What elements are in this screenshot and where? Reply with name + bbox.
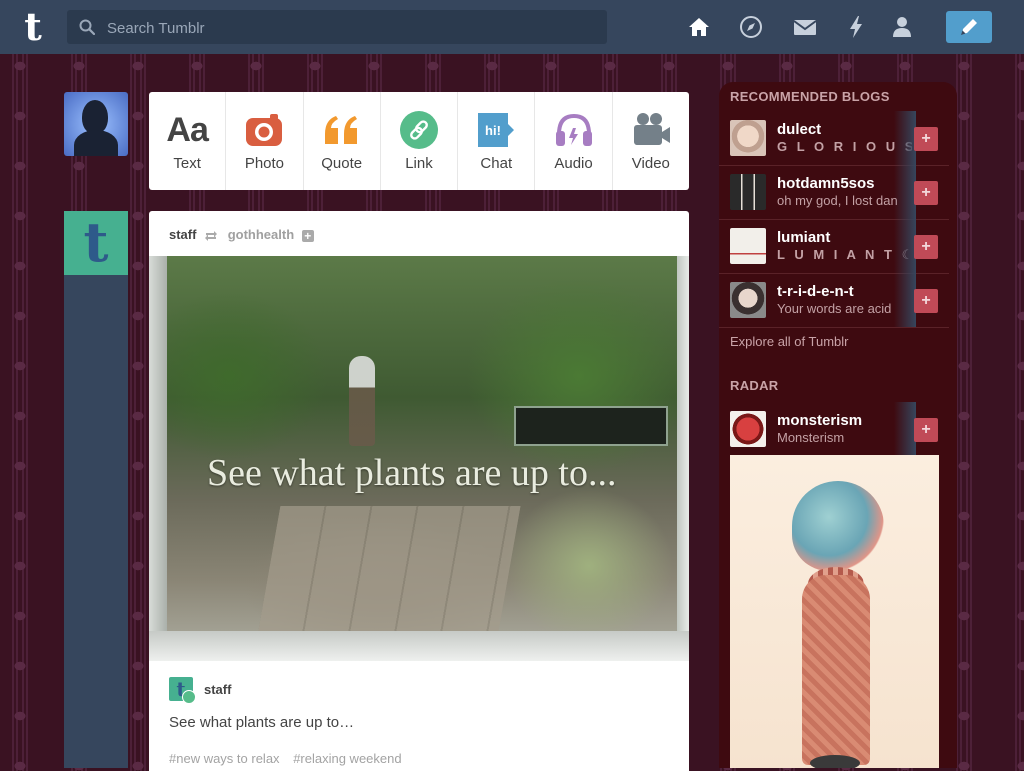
post-type-video[interactable]: Video xyxy=(613,92,689,190)
post-type-label: Audio xyxy=(554,155,593,172)
post-type-label: Link xyxy=(405,155,433,172)
post-type-bar: Aa Text Photo Quote Link hi! Chat Audio … xyxy=(149,92,689,190)
dashboard-post: staff gothhealth + See what plants are u… xyxy=(149,211,689,771)
avatar-shoulders-silhouette xyxy=(74,130,118,156)
blog-description: Your words are acid xyxy=(777,301,892,316)
activity-lightning-icon[interactable] xyxy=(843,14,869,40)
post-author-link[interactable]: staff xyxy=(169,227,196,242)
account-person-icon[interactable] xyxy=(889,14,915,40)
blog-description: Monsterism xyxy=(777,430,845,445)
follow-blog-button[interactable]: + xyxy=(914,235,938,259)
post-type-label: Chat xyxy=(480,155,513,172)
post-tag[interactable]: #relaxing weekend xyxy=(293,751,401,766)
radar-illustration-hair xyxy=(792,481,884,571)
post-type-label: Video xyxy=(631,155,670,172)
reblog-icon xyxy=(205,230,218,241)
recommended-blogs-heading: RECOMMENDED BLOGS xyxy=(730,89,890,104)
blog-name[interactable]: t-r-i-d-e-n-t xyxy=(777,283,854,300)
search-input[interactable] xyxy=(105,10,599,46)
blog-description: oh my god, I lost dan xyxy=(777,193,898,208)
blog-row-fade xyxy=(894,402,916,456)
search-icon xyxy=(79,19,95,35)
avatar-head-silhouette xyxy=(82,100,108,134)
blog-avatar[interactable] xyxy=(730,120,766,156)
post-source-avatar[interactable]: t xyxy=(169,677,196,704)
chat-icon: hi! xyxy=(478,113,515,147)
recommended-blog-row[interactable]: dulect G L O R I O U S + xyxy=(719,111,949,166)
video-camera-icon xyxy=(633,113,670,145)
svg-text:hi!: hi! xyxy=(485,123,501,138)
recommended-blog-row[interactable]: hotdamn5sos oh my god, I lost dan + xyxy=(719,165,949,220)
staff-avatar[interactable]: t xyxy=(64,211,128,275)
recommended-blog-row[interactable]: lumiant L U M I A N T ☾ + xyxy=(719,219,949,274)
post-type-label: Text xyxy=(173,155,201,172)
follow-blog-button[interactable]: + xyxy=(914,418,938,442)
headphones-icon xyxy=(555,113,592,146)
post-type-photo[interactable]: Photo xyxy=(226,92,304,190)
blog-description: G L O R I O U S xyxy=(777,139,912,154)
blog-avatar[interactable] xyxy=(730,282,766,318)
follow-blog-button[interactable]: + xyxy=(914,127,938,151)
post-type-quote[interactable]: Quote xyxy=(304,92,381,190)
quote-icon xyxy=(324,116,357,144)
explore-all-link[interactable]: Explore all of Tumblr xyxy=(730,334,849,349)
compose-post-button[interactable] xyxy=(946,11,992,43)
post-body-text: See what plants are up to… xyxy=(169,714,355,731)
home-icon[interactable] xyxy=(686,14,712,40)
post-type-label: Quote xyxy=(321,155,363,172)
post-tag[interactable]: #new ways to relax xyxy=(169,751,280,766)
post-header: staff gothhealth + xyxy=(169,227,314,243)
radar-illustration-coat xyxy=(802,575,870,765)
recommended-blog-row[interactable]: t-r-i-d-e-n-t Your words are acid + xyxy=(719,273,949,328)
post-photo[interactable]: See what plants are up to... xyxy=(149,256,689,661)
photo-window-frame-bottom xyxy=(149,631,689,661)
link-icon xyxy=(399,111,438,149)
photo-window-frame-left xyxy=(149,256,167,661)
reblog-badge-icon xyxy=(182,690,196,704)
post-type-label: Photo xyxy=(244,155,285,172)
radar-post-image[interactable] xyxy=(730,455,939,768)
tumblr-logo[interactable]: t xyxy=(16,6,50,48)
blog-row-fade xyxy=(894,273,916,327)
radar-heading: RADAR xyxy=(730,378,779,393)
blog-description: L U M I A N T ☾ xyxy=(777,247,912,262)
post-source-name[interactable]: staff xyxy=(204,682,231,697)
reblogged-from-link[interactable]: gothhealth xyxy=(228,227,294,242)
blog-avatar[interactable] xyxy=(730,174,766,210)
blog-name[interactable]: hotdamn5sos xyxy=(777,175,875,192)
blog-row-fade xyxy=(894,219,916,273)
follow-blog-button[interactable]: + xyxy=(914,181,938,205)
blog-name[interactable]: dulect xyxy=(777,121,821,138)
blog-avatar[interactable] xyxy=(730,228,766,264)
blog-row-fade xyxy=(894,111,916,165)
blog-row-fade xyxy=(894,165,916,219)
post-type-link[interactable]: Link xyxy=(381,92,459,190)
post-type-audio[interactable]: Audio xyxy=(535,92,613,190)
top-navigation-bar: t xyxy=(0,0,1024,54)
photo-bench-detail xyxy=(514,406,668,446)
radar-illustration-pot xyxy=(810,755,860,768)
follow-blog-button[interactable]: + xyxy=(914,289,938,313)
radar-blog-row[interactable]: monsterism Monsterism + xyxy=(719,402,949,456)
post-tags: #new ways to relax #relaxing weekend xyxy=(169,751,412,766)
photo-caption-overlay: See what plants are up to... xyxy=(207,452,617,494)
photo-path-detail xyxy=(257,506,521,636)
text-aa-icon: Aa xyxy=(166,111,208,149)
post-type-text[interactable]: Aa Text xyxy=(149,92,227,190)
follow-plus-icon[interactable]: + xyxy=(301,229,314,242)
camera-icon xyxy=(246,114,283,146)
user-avatar[interactable] xyxy=(64,92,128,156)
explore-compass-icon[interactable] xyxy=(738,14,764,40)
blog-avatar[interactable] xyxy=(730,411,766,447)
post-type-chat[interactable]: hi! Chat xyxy=(458,92,536,190)
photo-person-detail xyxy=(349,356,375,446)
search-box[interactable] xyxy=(67,10,607,46)
pencil-icon xyxy=(961,19,977,35)
blog-name[interactable]: monsterism xyxy=(777,412,862,429)
inbox-mail-icon[interactable] xyxy=(792,14,818,40)
blog-name[interactable]: lumiant xyxy=(777,229,830,246)
post-avatar-rail xyxy=(64,275,128,768)
photo-window-frame-right xyxy=(677,256,689,661)
